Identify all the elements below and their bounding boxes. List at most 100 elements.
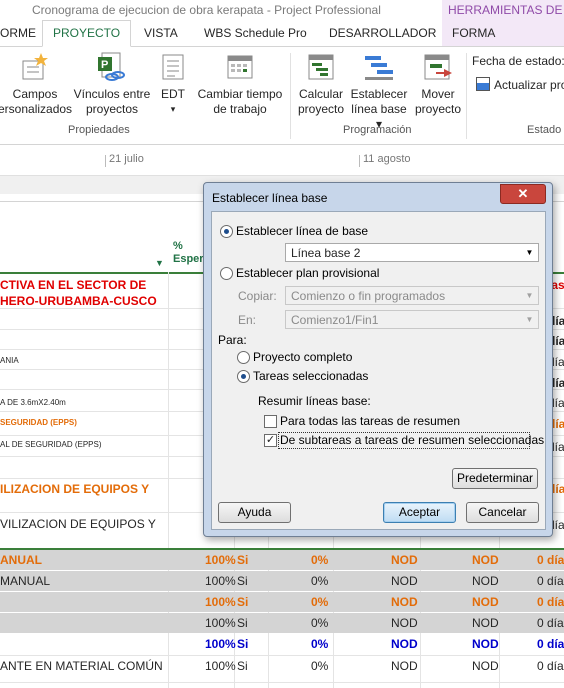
radio-entire-project[interactable]	[237, 351, 250, 364]
row-zero: 0%	[311, 574, 329, 588]
task-name[interactable]: A DE 3.6mX2.40m	[0, 398, 66, 407]
table-row[interactable]: 100% Si 0% NOD NOD 0 días	[0, 613, 564, 633]
row-nod: NOD	[391, 553, 418, 567]
baseline-select-value: Línea base 2	[291, 246, 361, 260]
header-percent[interactable]: % Esper	[173, 240, 204, 266]
radio-set-baseline-label[interactable]: Establecer línea de base	[236, 224, 368, 238]
table-row[interactable]: ANUAL 100% Si 0% NOD NOD 0 días	[0, 550, 564, 570]
row-percent: 100%	[205, 553, 236, 567]
calculate-project-button[interactable]: Calcular proyecto	[294, 51, 348, 117]
radio-set-interim[interactable]	[220, 267, 233, 280]
row-flag: Si	[237, 659, 248, 673]
task-name[interactable]: CTIVA EN EL SECTOR DE	[0, 278, 146, 292]
baseline-icon	[363, 51, 395, 83]
row-nod: NOD	[472, 659, 499, 673]
project-links-icon: P	[96, 51, 128, 83]
update-project-label: Actualizar pro	[494, 78, 564, 92]
custom-fields-label2: ersonalizados	[0, 102, 73, 116]
into-select[interactable]: Comienzo1/Fin1 ▼	[285, 310, 539, 329]
chevron-down-icon: ▼	[525, 248, 534, 257]
row-duration: 0 días	[537, 553, 564, 567]
row-zero: 0%	[311, 595, 329, 609]
custom-fields-button[interactable]: Campos ersonalizados	[0, 51, 72, 117]
checkbox-all-summary-label[interactable]: Para todas las tareas de resumen	[280, 414, 460, 428]
tab-proyecto[interactable]: PROYECTO	[42, 20, 132, 47]
row-name: MANUAL	[0, 574, 51, 588]
ribbon: Campos ersonalizados P Vínculos entre pr…	[0, 47, 564, 145]
calculate-label1: Calcular	[298, 87, 343, 101]
row-name: ANTE EN MATERIAL COMÚN	[0, 659, 163, 673]
radio-set-baseline[interactable]	[220, 225, 233, 238]
timeline-date: 11 agosto	[363, 153, 411, 165]
table-row[interactable]: 100% Si 0% NOD NOD 0 días	[0, 592, 564, 612]
copy-label: Copiar:	[238, 289, 277, 303]
group-estado: Estado	[527, 124, 562, 136]
task-name[interactable]: AL DE SEGURIDAD (EPPS)	[0, 440, 102, 449]
timeline-date: 21 julio	[109, 153, 144, 165]
row-nod: NOD	[391, 637, 418, 651]
wbs-dropdown-arrow: ▾	[170, 104, 176, 114]
row-zero: 0%	[311, 637, 329, 651]
copy-select[interactable]: Comienzo o fin programados ▼	[285, 286, 539, 305]
table-row[interactable]: 100% Si 0% NOD NOD 0 días	[0, 634, 564, 654]
chevron-down-icon: ▼	[525, 291, 534, 300]
radio-set-interim-label[interactable]: Establecer plan provisional	[236, 266, 379, 280]
table-row[interactable]: MANUAL 100% Si 0% NOD NOD 0 días	[0, 571, 564, 591]
task-name[interactable]: VILIZACION DE EQUIPOS Y	[0, 517, 156, 531]
radio-selected-tasks[interactable]	[237, 370, 250, 383]
tab-formato[interactable]: FORMA	[442, 20, 564, 46]
ok-button[interactable]: Aceptar	[383, 502, 456, 523]
tab-desarrollador[interactable]: DESARROLLADOR	[329, 26, 436, 40]
row-nod: NOD	[472, 595, 499, 609]
ribbon-separator	[290, 53, 291, 139]
radio-entire-project-label[interactable]: Proyecto completo	[253, 350, 352, 364]
update-project-button[interactable]: Actualizar pro	[476, 77, 564, 92]
set-default-button[interactable]: Predeterminar	[452, 468, 538, 489]
task-name[interactable]: ILIZACION DE EQUIPOS Y	[0, 482, 149, 496]
copy-select-value: Comienzo o fin programados	[291, 289, 446, 303]
row-nod: NOD	[391, 659, 418, 673]
cancel-button[interactable]: Cancelar	[466, 502, 539, 523]
move-project-button[interactable]: Mover proyecto	[412, 51, 464, 117]
change-working-time-button[interactable]: Cambiar tiempo de trabajo	[194, 51, 286, 117]
ribbon-separator	[466, 53, 467, 139]
row-flag: Si	[237, 595, 249, 609]
baseline-select[interactable]: Línea base 2 ▼	[285, 243, 539, 262]
task-name[interactable]: HERO-URUBAMBA-CUSCO	[0, 294, 157, 308]
dialog-title: Establecer línea base	[212, 191, 328, 205]
close-button[interactable]: ✕	[500, 184, 546, 204]
wbs-icon	[157, 51, 189, 83]
help-button[interactable]: Ayuda	[218, 502, 291, 523]
custom-fields-label1: Campos	[12, 87, 58, 101]
status-date-label[interactable]: Fecha de estado:	[472, 54, 564, 68]
tab-vista[interactable]: VISTA	[144, 26, 178, 40]
set-baseline-label1: Establecer	[350, 87, 408, 101]
update-project-icon	[476, 77, 490, 91]
header-filter-icon[interactable]: ▼	[155, 258, 164, 268]
rollup-label: Resumir líneas base:	[258, 394, 371, 408]
project-links-button[interactable]: P Vínculos entre proyectos	[72, 51, 152, 117]
wbs-button[interactable]: EDT ▾	[155, 51, 191, 117]
checkbox-subtasks[interactable]: ✓	[264, 434, 277, 447]
row-duration: 0 días	[537, 659, 564, 673]
row-nod: NOD	[391, 574, 418, 588]
timeline-tick	[359, 155, 360, 167]
radio-selected-tasks-label[interactable]: Tareas seleccionadas	[253, 369, 368, 383]
checkbox-all-summary[interactable]	[264, 415, 277, 428]
row-duration: 0 días	[537, 595, 564, 609]
row-name: ANUAL	[0, 553, 42, 567]
tab-wbs-schedule-pro[interactable]: WBS Schedule Pro	[204, 26, 307, 40]
row-flag: Si	[237, 553, 249, 567]
project-links-label1: Vínculos entre	[73, 87, 151, 101]
row-flag: Si	[237, 574, 248, 588]
checkbox-subtasks-label[interactable]: De subtareas a tareas de resumen selecci…	[280, 433, 544, 447]
task-name[interactable]: SEGURIDAD (EPPS)	[0, 418, 77, 427]
task-name[interactable]: ANIA	[0, 356, 19, 365]
tab-format-left[interactable]: ORME	[0, 26, 36, 40]
set-baseline-button[interactable]: Establecer línea base ▾	[348, 51, 410, 132]
move-project-icon	[422, 51, 454, 83]
table-row[interactable]: ANTE EN MATERIAL COMÚN 100% Si 0% NOD NO…	[0, 656, 564, 682]
row-percent: 100%	[205, 659, 236, 673]
into-label: En:	[238, 313, 257, 327]
set-baseline-dialog: Establecer línea base ✕ Establecer línea…	[203, 182, 553, 537]
